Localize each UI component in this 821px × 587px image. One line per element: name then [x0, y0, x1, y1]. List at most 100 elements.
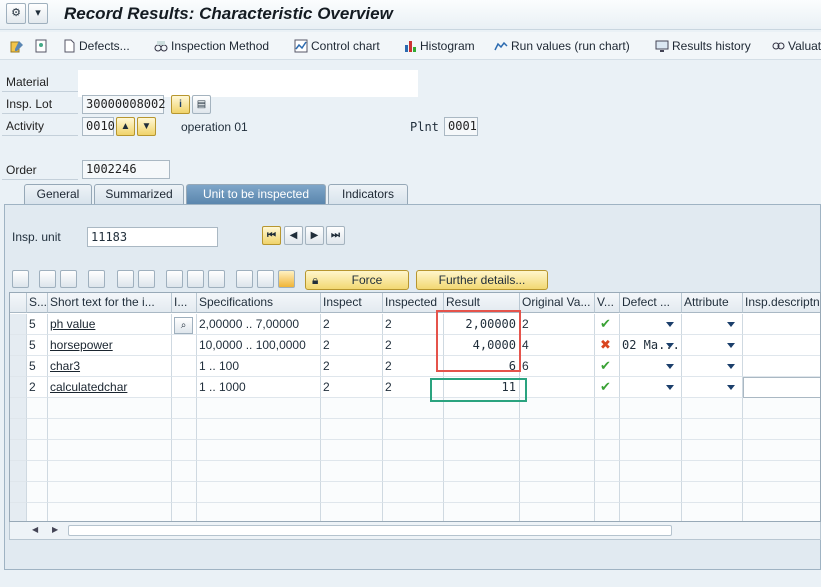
insp-description-cell[interactable]	[743, 356, 820, 377]
dropdown-arrow-icon[interactable]	[666, 364, 674, 369]
info-cell[interactable]	[172, 335, 197, 356]
material-field[interactable]	[78, 70, 418, 97]
force-button[interactable]: 🔒︎ Force	[305, 270, 409, 290]
column-header-short-text[interactable]: Short text for the i...	[48, 293, 172, 313]
info-cell[interactable]: ⌕	[172, 314, 197, 335]
defect-cell[interactable]: 02 Ma...	[620, 335, 682, 356]
inspected-cell[interactable]: 2	[383, 335, 444, 356]
valuation-cell[interactable]: ✔	[595, 314, 620, 335]
row-selector[interactable]	[10, 419, 27, 440]
tab-unit-to-be-inspected[interactable]: Unit to be inspected	[186, 184, 326, 204]
column-header-inspect[interactable]: Inspect	[321, 293, 383, 313]
insert-row-icon[interactable]	[88, 270, 105, 288]
valuation-cell[interactable]: ✖	[595, 335, 620, 356]
inspect-cell[interactable]: 2	[321, 356, 383, 377]
status-cell[interactable]: 5	[27, 314, 48, 335]
unlock-icon[interactable]	[208, 270, 225, 288]
row-selector[interactable]	[10, 377, 27, 398]
original-value-cell[interactable]: 6	[520, 356, 595, 377]
specifications-cell[interactable]: 10,0000 .. 100,0000	[197, 335, 321, 356]
short-text-cell[interactable]: calculatedchar	[48, 377, 172, 398]
insp-unit-field[interactable]: 11183	[87, 227, 218, 247]
dropdown-arrow-icon[interactable]	[727, 343, 735, 348]
valuation-cell[interactable]: ✔	[595, 377, 620, 398]
inspect-cell[interactable]: 2	[321, 314, 383, 335]
status-cell[interactable]: 5	[27, 335, 48, 356]
last-unit-icon[interactable]: ⏭	[326, 226, 345, 245]
copy-icon[interactable]: ▤	[192, 95, 211, 114]
tab-indicators[interactable]: Indicators	[328, 184, 408, 204]
column-header-inspected[interactable]: Inspected	[383, 293, 444, 313]
select-all-icon[interactable]	[39, 270, 56, 288]
lock-icon[interactable]	[187, 270, 204, 288]
scroll-thumb[interactable]	[68, 525, 672, 536]
dropdown-arrow-icon[interactable]	[666, 385, 674, 390]
column-header-defect[interactable]: Defect ...	[620, 293, 682, 313]
deselect-all-icon[interactable]	[60, 270, 77, 288]
first-unit-icon[interactable]: ⏮	[262, 226, 281, 245]
column-header-info[interactable]: I...	[172, 293, 197, 313]
results-history-button[interactable]: Results history	[655, 37, 751, 55]
row-selector[interactable]	[10, 440, 27, 461]
previous-activity-icon[interactable]: ▲	[116, 117, 135, 136]
short-text-cell[interactable]: horsepower	[48, 335, 172, 356]
specifications-cell[interactable]: 1 .. 1000	[197, 377, 321, 398]
display-change-icon[interactable]	[10, 37, 27, 55]
column-header-status[interactable]: S...	[27, 293, 48, 313]
column-header-attribute[interactable]: Attribute	[682, 293, 743, 313]
short-text-cell[interactable]: ph value	[48, 314, 172, 335]
inspected-cell[interactable]: 2	[383, 356, 444, 377]
attribute-cell[interactable]	[682, 377, 743, 398]
info-icon[interactable]: i	[171, 95, 190, 114]
valuation-button[interactable]: Valuat	[771, 37, 821, 55]
next-activity-icon[interactable]: ▼	[137, 117, 156, 136]
previous-unit-icon[interactable]: ◀	[284, 226, 303, 245]
system-menu-icon[interactable]: ⚙	[6, 3, 26, 24]
inspected-cell[interactable]: 2	[383, 314, 444, 335]
row-selector[interactable]	[10, 461, 27, 482]
status-cell[interactable]: 5	[27, 356, 48, 377]
run-values-button[interactable]: Run values (run chart)	[494, 37, 630, 55]
column-header-valuation[interactable]: V...	[595, 293, 620, 313]
table-settings-icon[interactable]	[257, 270, 274, 288]
scroll-right-icon[interactable]: ▶	[52, 525, 58, 534]
dropdown-arrow-icon[interactable]	[666, 343, 674, 348]
sort-ascending-icon[interactable]	[117, 270, 134, 288]
dropdown-arrow-icon[interactable]	[727, 385, 735, 390]
column-header-original-value[interactable]: Original Va...	[520, 293, 595, 313]
row-selector[interactable]	[10, 314, 27, 335]
status-cell[interactable]: 2	[27, 377, 48, 398]
attribute-cell[interactable]	[682, 314, 743, 335]
insp-description-cell[interactable]	[743, 335, 820, 356]
info-cell[interactable]	[172, 356, 197, 377]
calculator-icon[interactable]	[236, 270, 253, 288]
original-value-cell[interactable]: 2	[520, 314, 595, 335]
specifications-cell[interactable]: 2,00000 .. 7,00000	[197, 314, 321, 335]
column-header-insp-description[interactable]: Insp.descriptn	[743, 293, 820, 313]
save-variant-icon[interactable]	[166, 270, 183, 288]
row-selector[interactable]	[10, 503, 27, 521]
info-cell[interactable]	[172, 377, 197, 398]
scroll-left-icon[interactable]: ◀	[32, 525, 38, 534]
original-value-cell[interactable]: 4	[520, 335, 595, 356]
further-details-button[interactable]: Further details...	[416, 270, 548, 290]
export-icon[interactable]	[278, 270, 295, 288]
specifications-cell[interactable]: 1 .. 100	[197, 356, 321, 377]
short-text-cell[interactable]: char3	[48, 356, 172, 377]
column-header-specifications[interactable]: Specifications	[197, 293, 321, 313]
dropdown-arrow-icon[interactable]	[727, 364, 735, 369]
control-chart-button[interactable]: Control chart	[294, 37, 380, 55]
original-value-cell[interactable]	[520, 377, 595, 398]
dropdown-arrow-icon[interactable]	[666, 322, 674, 327]
tab-general[interactable]: General	[24, 184, 92, 204]
row-selector[interactable]	[10, 356, 27, 377]
row-selector[interactable]	[10, 482, 27, 503]
dropdown-arrow-icon[interactable]	[727, 322, 735, 327]
tab-summarized[interactable]: Summarized	[94, 184, 184, 204]
defect-cell[interactable]	[620, 314, 682, 335]
histogram-button[interactable]: Histogram	[403, 37, 475, 55]
defects-button[interactable]: Defects...	[62, 37, 130, 55]
attribute-cell[interactable]	[682, 356, 743, 377]
inspection-method-button[interactable]: Inspection Method	[154, 37, 269, 55]
menu-dropdown-icon[interactable]: ▾	[28, 3, 48, 24]
